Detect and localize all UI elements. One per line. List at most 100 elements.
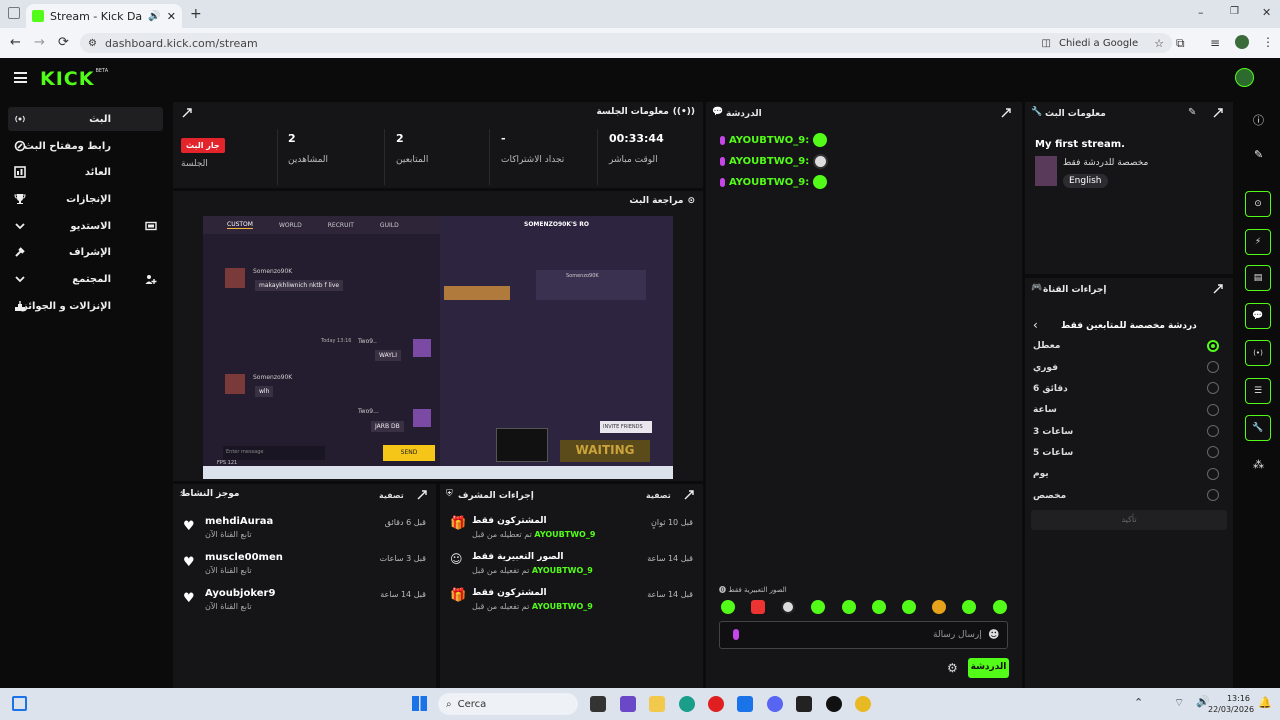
taskbar-search[interactable]: ⌕ Cerca: [438, 693, 578, 715]
extensions-icon[interactable]: ⧉: [1176, 36, 1185, 51]
maximize-icon[interactable]: ❐: [1230, 6, 1239, 17]
file-explorer-icon[interactable]: [649, 696, 665, 712]
reload-icon[interactable]: ⟳: [58, 35, 69, 50]
duration-radio[interactable]: [1207, 382, 1219, 394]
chat-username[interactable]: AYOUBTWO_9:: [729, 156, 809, 167]
emote-button[interactable]: [993, 600, 1007, 614]
notes-toggle-button[interactable]: ▤: [1245, 265, 1271, 291]
category-name[interactable]: مخصصة للدردشة فقط: [1063, 158, 1148, 168]
send-chat-button[interactable]: الدردشة: [968, 658, 1009, 678]
more-icon[interactable]: ⁂: [1253, 458, 1264, 471]
filter-button[interactable]: تصفية: [646, 491, 671, 500]
duration-radio[interactable]: [1207, 446, 1219, 458]
edit-icon[interactable]: ✎: [1188, 107, 1196, 118]
sidebar-item-moderation[interactable]: الإشراف: [8, 240, 163, 264]
tools-toggle-button[interactable]: 🔧: [1245, 415, 1271, 441]
reading-list-icon[interactable]: ≡: [1210, 36, 1220, 50]
duration-option-label[interactable]: 5 ساعات: [1033, 448, 1073, 458]
copilot-icon[interactable]: [620, 696, 636, 712]
duration-radio[interactable]: [1207, 361, 1219, 373]
sidebar-item-revenue[interactable]: العائد: [8, 160, 163, 184]
tab-close-icon[interactable]: ✕: [167, 10, 176, 23]
emote-button[interactable]: [962, 600, 976, 614]
expand-icon[interactable]: [181, 107, 193, 119]
address-bar[interactable]: ⚙ dashboard.kick.com/stream ◫ Chiedi a G…: [80, 33, 1172, 53]
clock[interactable]: 13:16 22/03/2026: [1208, 693, 1254, 715]
ask-google-button[interactable]: Chiedi a Google: [1059, 38, 1138, 49]
sidebar-item-achievements[interactable]: الإنجازات: [8, 187, 163, 211]
duration-radio[interactable]: [1207, 489, 1219, 501]
audio-icon[interactable]: 🔊: [148, 11, 160, 22]
chat-settings-icon[interactable]: ⚙: [947, 661, 958, 675]
user-avatar[interactable]: [1235, 68, 1254, 87]
stream-video[interactable]: CUSTOM WORLD RECRUIT GUILD Somenzo90K ma…: [203, 216, 673, 479]
modlog-toggle-button[interactable]: ☰: [1245, 378, 1271, 404]
emote-button[interactable]: [842, 600, 856, 614]
emote-button[interactable]: [781, 600, 795, 614]
emote-button[interactable]: [721, 600, 735, 614]
browser-tab[interactable]: Stream - Kick Dashboard 🔊 ✕: [26, 4, 182, 28]
duration-option-label[interactable]: ساعة: [1033, 405, 1057, 415]
duration-radio[interactable]: [1207, 340, 1219, 352]
tray-chevron-icon[interactable]: ⌃: [1134, 696, 1143, 709]
chat-username[interactable]: AYOUBTWO_9:: [729, 177, 809, 188]
discord-icon[interactable]: [767, 696, 783, 712]
start-icon[interactable]: [412, 696, 427, 711]
expand-icon[interactable]: [683, 489, 695, 501]
emote-button[interactable]: [751, 600, 765, 614]
chat-toggle-button[interactable]: 💬: [1245, 303, 1271, 329]
confirm-button[interactable]: تأكيد: [1031, 510, 1227, 530]
emote-button[interactable]: [872, 600, 886, 614]
store-icon[interactable]: [737, 696, 753, 712]
bookmark-star-icon[interactable]: ☆: [1154, 37, 1164, 50]
edge-icon[interactable]: [679, 696, 695, 712]
mod-action-user[interactable]: AYOUBTWO_9: [532, 566, 593, 575]
sidebar-item-studio[interactable]: الاستديو: [8, 214, 163, 238]
duration-radio[interactable]: [1207, 404, 1219, 416]
chrome-icon[interactable]: [855, 696, 871, 712]
expand-icon[interactable]: [416, 489, 428, 501]
hamburger-menu-icon[interactable]: [14, 72, 27, 83]
mod-action-user[interactable]: AYOUBTWO_9: [532, 602, 593, 611]
sidebar-item-drops[interactable]: الإنزالات و الجوائز: [8, 294, 163, 318]
emote-button[interactable]: [932, 600, 946, 614]
duration-option-label[interactable]: فوري: [1033, 363, 1058, 373]
google-lens-icon[interactable]: ◫: [1042, 38, 1051, 49]
expand-icon[interactable]: [1212, 107, 1224, 119]
info-icon[interactable]: ⓘ: [1253, 112, 1264, 128]
chat-message[interactable]: AYOUBTWO_9:: [720, 133, 828, 147]
browser-menu-icon[interactable]: ⋮: [1262, 35, 1274, 49]
activity-toggle-button[interactable]: ⚡: [1245, 229, 1271, 255]
forward-icon[interactable]: →: [34, 35, 45, 50]
sidebar-item-community[interactable]: المجتمع: [8, 267, 163, 291]
duration-option-label[interactable]: 6 دقائق: [1033, 384, 1068, 394]
mod-action-user[interactable]: AYOUBTWO_9: [534, 530, 595, 539]
chat-input-placeholder[interactable]: إرسال رسالة: [933, 630, 982, 640]
filter-button[interactable]: تصفية: [379, 491, 404, 500]
url-text[interactable]: dashboard.kick.com/stream: [105, 37, 1034, 50]
duration-option-label[interactable]: مخصص: [1033, 491, 1066, 501]
duration-radio[interactable]: [1207, 468, 1219, 480]
duration-option-label[interactable]: معطل: [1033, 341, 1060, 351]
tab-search-icon[interactable]: [8, 7, 20, 19]
duration-option-label[interactable]: يوم: [1033, 469, 1049, 479]
chat-message[interactable]: AYOUBTWO_9:: [720, 154, 829, 169]
sidebar-item-stream[interactable]: البث: [8, 107, 163, 131]
back-icon[interactable]: ←: [10, 35, 21, 50]
emote-button[interactable]: [811, 600, 825, 614]
widgets-icon[interactable]: [12, 696, 27, 711]
new-tab-icon[interactable]: +: [190, 6, 202, 22]
duration-option-label[interactable]: 3 ساعات: [1033, 427, 1073, 437]
kick-logo[interactable]: KICK BETA: [40, 68, 108, 90]
opera-icon[interactable]: [708, 696, 724, 712]
back-chevron-icon[interactable]: ‹: [1033, 318, 1038, 332]
chat-message[interactable]: AYOUBTWO_9:: [720, 175, 828, 189]
duration-radio[interactable]: [1207, 425, 1219, 437]
sidebar-item-stream-key[interactable]: رابط ومفتاح البث: [8, 134, 163, 158]
expand-icon[interactable]: [1000, 107, 1012, 119]
profile-avatar[interactable]: [1235, 35, 1249, 49]
mic-icon[interactable]: [733, 629, 739, 640]
edit-icon[interactable]: ✎: [1254, 148, 1263, 161]
site-info-icon[interactable]: ⚙: [88, 38, 97, 49]
preview-toggle-button[interactable]: ⊙: [1245, 191, 1271, 217]
